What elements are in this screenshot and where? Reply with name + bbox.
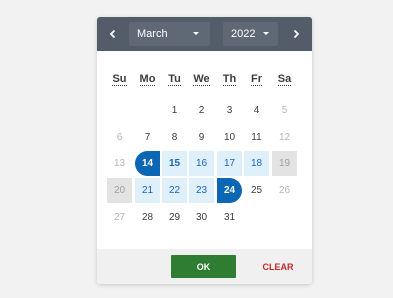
- weekday-label: Th: [217, 73, 243, 86]
- year-select[interactable]: 2022: [223, 22, 278, 46]
- chevron-right-icon: [293, 29, 300, 39]
- day-cell[interactable]: 3: [217, 98, 242, 123]
- caret-down-icon: [263, 32, 269, 35]
- weekday-header: Su Mo Tu We Th Fr Sa: [97, 73, 312, 87]
- month-value: March: [137, 28, 168, 40]
- day-cell: 20: [107, 178, 132, 203]
- weekday-text: Sa: [277, 73, 292, 86]
- month-select[interactable]: March: [129, 22, 210, 46]
- next-month-button[interactable]: [288, 26, 304, 42]
- day-cell[interactable]: 24: [217, 178, 242, 203]
- weekday-label: Mo: [135, 73, 161, 86]
- chevron-left-icon: [109, 29, 116, 39]
- weekday-label: Tu: [162, 73, 188, 86]
- weekday-text: Mo: [139, 73, 156, 86]
- clear-button[interactable]: CLEAR: [257, 255, 299, 278]
- day-cell: 6: [116, 132, 123, 143]
- day-cell[interactable]: 18: [244, 151, 269, 176]
- calendar-footer: OK CLEAR: [97, 249, 312, 284]
- date-picker: March 2022 Su Mo Tu We Th Fr Sa 1 2 3 4 5 6 7 8 9 10 11 1…: [97, 17, 312, 284]
- day-cell: 19: [272, 151, 297, 176]
- day-cell[interactable]: 17: [217, 151, 242, 176]
- weekday-text: Th: [222, 73, 237, 86]
- day-cell[interactable]: 8: [162, 125, 187, 150]
- day-cell: 26: [278, 185, 291, 196]
- weekday-text: Su: [112, 73, 127, 86]
- weekday-text: We: [193, 73, 210, 86]
- prev-month-button[interactable]: [105, 26, 121, 42]
- weekday-label: Sa: [272, 73, 298, 86]
- year-value: 2022: [231, 28, 256, 40]
- day-cell[interactable]: 31: [217, 205, 242, 230]
- day-cell[interactable]: 21: [135, 178, 160, 203]
- day-cell[interactable]: 14: [135, 151, 160, 176]
- day-cell[interactable]: 9: [189, 125, 214, 150]
- day-cell[interactable]: 11: [244, 125, 269, 150]
- day-cell[interactable]: 16: [189, 151, 214, 176]
- caret-down-icon: [193, 32, 199, 35]
- day-cell[interactable]: 7: [135, 125, 160, 150]
- day-cell[interactable]: 28: [135, 205, 160, 230]
- day-cell[interactable]: 30: [189, 205, 214, 230]
- weekday-label: Su: [107, 73, 133, 86]
- day-cell[interactable]: 2: [189, 98, 214, 123]
- weekday-text: Fr: [251, 73, 262, 86]
- day-cell: 12: [278, 132, 291, 143]
- calendar-header: March 2022: [97, 17, 312, 51]
- ok-button[interactable]: OK: [171, 255, 236, 278]
- day-cell[interactable]: 4: [244, 98, 269, 123]
- day-cell[interactable]: 29: [162, 205, 187, 230]
- day-cell[interactable]: 15: [162, 151, 187, 176]
- weekday-label: We: [189, 73, 215, 86]
- day-cell[interactable]: 25: [244, 178, 269, 203]
- day-cell[interactable]: 10: [217, 125, 242, 150]
- day-cell[interactable]: 23: [189, 178, 214, 203]
- weekday-text: Tu: [168, 73, 181, 86]
- day-cell: 13: [113, 158, 126, 169]
- day-cell[interactable]: 1: [162, 98, 187, 123]
- weekday-label: Fr: [244, 73, 270, 86]
- day-cell[interactable]: 22: [162, 178, 187, 203]
- day-cell: 27: [113, 212, 126, 223]
- day-cell: 5: [281, 105, 288, 116]
